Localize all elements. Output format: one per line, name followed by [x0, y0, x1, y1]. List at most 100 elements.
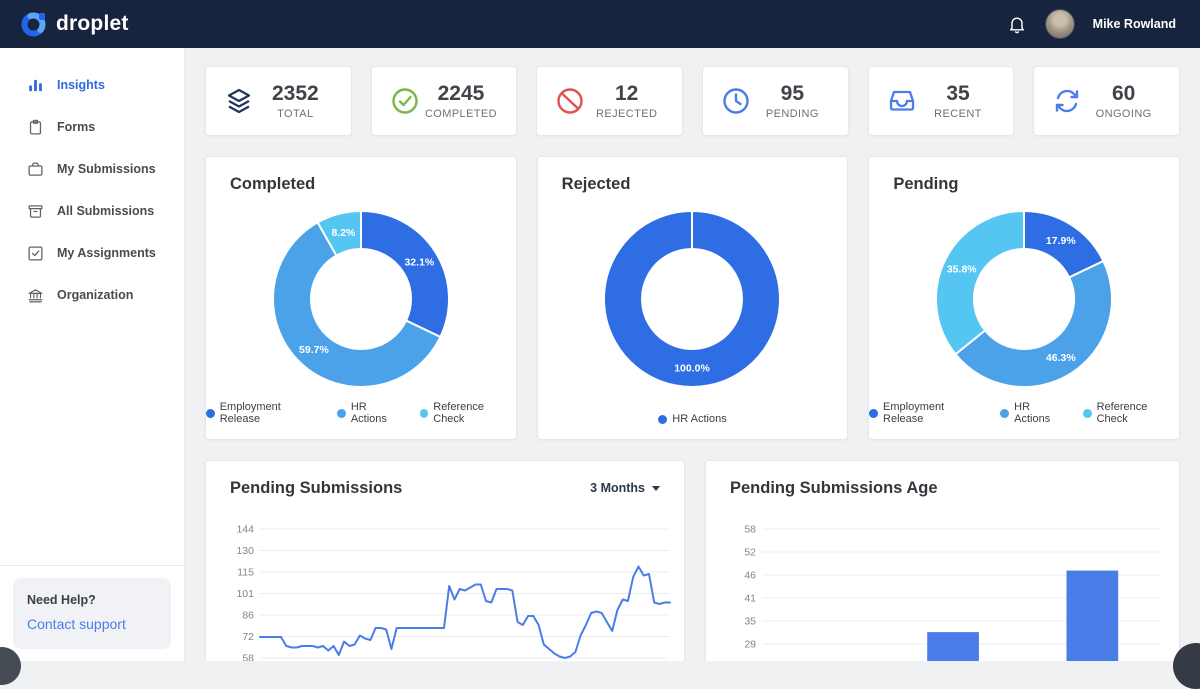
sidebar-item-forms[interactable]: Forms [0, 106, 184, 148]
rejected-donut-chart: 100.0% [592, 199, 792, 399]
y-axis-tick: 130 [236, 545, 254, 557]
stat-value: 95 [751, 82, 834, 106]
chart-title: Pending [893, 175, 958, 194]
sync-icon [1052, 86, 1082, 116]
pending-chart-card: Pending 17.9% 46.3% 35.8% Employment Relea… [868, 156, 1180, 440]
brand-name: droplet [56, 12, 129, 36]
my-assignments-icon [27, 245, 44, 262]
stat-label: PENDING [751, 108, 834, 120]
stat-label: REJECTED [585, 108, 668, 120]
stat-card-total: 2352 TOTAL [205, 66, 352, 136]
line-series [260, 567, 670, 659]
bar [927, 632, 979, 661]
layers-icon [224, 86, 254, 116]
sidebar-item-label: Insights [57, 78, 105, 92]
contact-support-link[interactable]: Contact support [27, 616, 157, 632]
stat-value: 2245 [420, 82, 503, 106]
chart-legend: Employment Release HR Actions Reference … [206, 401, 516, 425]
inbox-icon [887, 86, 917, 116]
chart-title: Rejected [562, 175, 631, 194]
stats-row: 2352 TOTAL 2245 COMPLETED 12 REJECTED 95… [205, 66, 1180, 136]
sidebar-item-my-submissions[interactable]: My Submissions [0, 148, 184, 190]
stat-card-rejected: 12 REJECTED [536, 66, 683, 136]
sidebar-nav: Insights Forms My Submissions All Submis… [0, 48, 184, 316]
ban-icon [555, 86, 585, 116]
legend-dot-icon [1083, 409, 1092, 418]
sidebar-item-organization[interactable]: Organization [0, 274, 184, 316]
pending-age-card: Pending Submissions Age 585246413529 [705, 460, 1180, 661]
all-submissions-icon [27, 203, 44, 220]
clock-icon [721, 86, 751, 116]
legend-label: Employment Release [220, 401, 321, 425]
legend-label: Reference Check [1097, 401, 1179, 425]
insights-icon [27, 77, 44, 94]
stat-label: RECENT [917, 108, 1000, 120]
pending-age-bar-chart: 585246413529 [730, 521, 1162, 661]
legend-item: HR Actions [1000, 401, 1066, 425]
legend-item: HR Actions [658, 413, 726, 425]
y-axis-tick: 41 [744, 593, 756, 605]
donut-slice-label: 8.2% [331, 227, 356, 239]
sidebar-item-label: My Submissions [57, 162, 156, 176]
stat-card-ongoing: 60 ONGOING [1033, 66, 1180, 136]
rejected-chart-card: Rejected 100.0% HR Actions [537, 156, 849, 440]
legend-label: HR Actions [1014, 401, 1067, 425]
y-axis-tick: 86 [242, 610, 254, 622]
organization-icon [27, 287, 44, 304]
chart-title: Pending Submissions [230, 479, 402, 498]
legend-item: Reference Check [420, 401, 516, 425]
donut-charts-row: Completed 32.1%59.7%8.2% Employment Rele… [205, 156, 1180, 440]
donut-slice-label: 32.1% [404, 257, 434, 269]
legend-dot-icon [658, 415, 667, 424]
sidebar-item-label: My Assignments [57, 246, 156, 260]
y-axis-tick: 35 [744, 616, 756, 628]
sidebar: Insights Forms My Submissions All Submis… [0, 48, 185, 661]
legend-item: HR Actions [337, 401, 403, 425]
donut-slice-label: 17.9% [1046, 235, 1076, 247]
sidebar-item-all-submissions[interactable]: All Submissions [0, 190, 184, 232]
range-dropdown[interactable]: 3 Months [590, 481, 660, 495]
donut-slice-label: 35.8% [947, 264, 977, 276]
chart-legend: Employment Release HR Actions Reference … [869, 401, 1179, 425]
bar [1067, 571, 1119, 661]
pending-submissions-card: Pending Submissions 3 Months 14413011510… [205, 460, 685, 661]
user-avatar[interactable] [1045, 9, 1075, 39]
legend-dot-icon [420, 409, 429, 418]
app-logo[interactable]: droplet [20, 11, 129, 38]
y-axis-tick: 72 [242, 631, 254, 643]
donut-slice [361, 211, 449, 337]
donut-slice-label: 46.3% [1046, 352, 1076, 364]
legend-dot-icon [869, 409, 878, 418]
help-box: Need Help? Contact support [13, 578, 171, 649]
legend-item: Employment Release [206, 401, 321, 425]
legend-item: Employment Release [869, 401, 984, 425]
legend-label: HR Actions [351, 401, 404, 425]
stat-value: 60 [1082, 82, 1165, 106]
chart-title: Pending Submissions Age [730, 479, 938, 498]
stat-label: ONGOING [1082, 108, 1165, 120]
stat-card-pending: 95 PENDING [702, 66, 849, 136]
sidebar-item-label: All Submissions [57, 204, 154, 218]
stat-card-completed: 2245 COMPLETED [371, 66, 518, 136]
top-navbar: droplet Mike Rowland [0, 0, 1200, 48]
sidebar-item-label: Organization [57, 288, 133, 302]
check-circle-icon [390, 86, 420, 116]
sidebar-item-insights[interactable]: Insights [0, 64, 184, 106]
y-axis-tick: 52 [744, 547, 756, 559]
legend-dot-icon [1000, 409, 1009, 418]
main-content: 2352 TOTAL 2245 COMPLETED 12 REJECTED 95… [185, 48, 1200, 661]
notifications-bell-icon[interactable] [1007, 14, 1027, 34]
pending-donut-chart: 17.9% 46.3% 35.8% [924, 199, 1124, 399]
stat-value: 35 [917, 82, 1000, 106]
forms-icon [27, 119, 44, 136]
y-axis-tick: 58 [242, 653, 254, 662]
legend-dot-icon [206, 409, 215, 418]
completed-chart-card: Completed 32.1%59.7%8.2% Employment Rele… [205, 156, 517, 440]
chart-title: Completed [230, 175, 315, 194]
user-name: Mike Rowland [1093, 17, 1176, 31]
sidebar-item-my-assignments[interactable]: My Assignments [0, 232, 184, 274]
donut-slice [604, 211, 780, 387]
stat-label: COMPLETED [420, 108, 503, 120]
sidebar-item-label: Forms [57, 120, 95, 134]
stat-card-recent: 35 RECENT [868, 66, 1015, 136]
